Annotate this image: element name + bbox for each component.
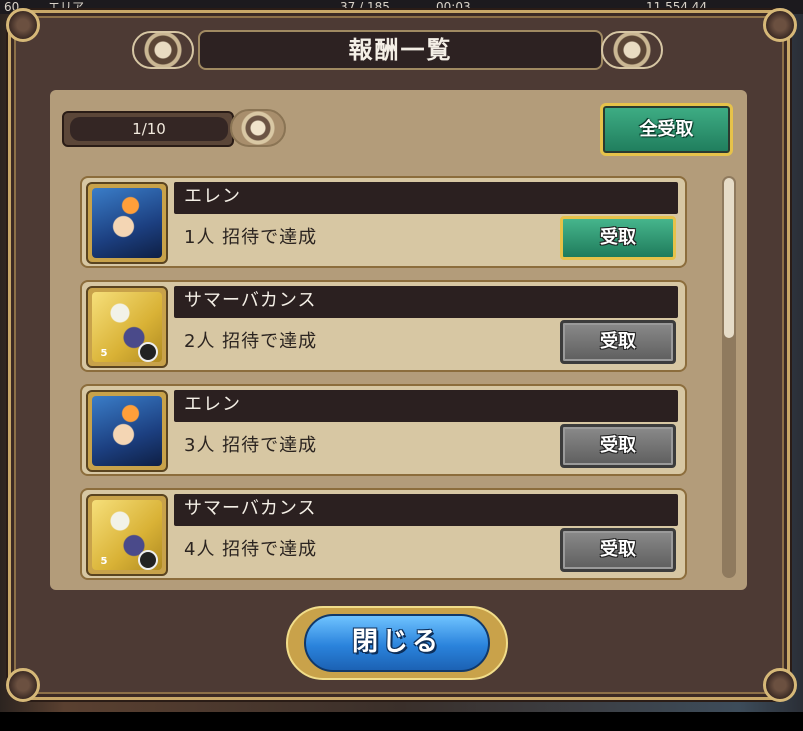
reward-icon-frame: 5 [86, 494, 168, 576]
reward-condition: 3人 招待で達成 [184, 435, 318, 456]
corner-ornament-icon [6, 8, 40, 42]
reward-name: エレン [174, 390, 678, 422]
character-ellen-icon[interactable] [92, 188, 162, 258]
reward-name: エレン [174, 182, 678, 214]
reward-list[interactable]: エレン 1人 招待で達成 受取 5 サマーバカンス 2人 招待で達成 受取 エレ… [70, 172, 720, 580]
corner-ornament-icon [763, 8, 797, 42]
claim-button[interactable]: 受取 [560, 216, 676, 260]
bottom-bar [0, 712, 803, 731]
reward-condition: 2人 招待で達成 [184, 331, 318, 352]
close-button[interactable]: 閉じる [304, 614, 490, 672]
title-ornament-left-icon [132, 31, 194, 69]
reward-row: エレン 3人 招待で達成 受取 [80, 384, 687, 476]
item-type-badge-icon [138, 550, 158, 570]
claim-all-button[interactable]: 全受取 [600, 103, 733, 156]
dialog-title: 報酬一覧 [198, 30, 603, 70]
reward-name: サマーバカンス [174, 286, 678, 318]
reward-icon-frame: 5 [86, 286, 168, 368]
reward-row: 5 サマーバカンス 4人 招待で達成 受取 [80, 488, 687, 580]
close-button-frame: 閉じる [286, 606, 508, 680]
reward-condition: 1人 招待で達成 [184, 227, 318, 248]
reward-icon-frame [86, 390, 168, 472]
claim-button-disabled[interactable]: 受取 [560, 528, 676, 572]
reward-row: 5 サマーバカンス 2人 招待で達成 受取 [80, 280, 687, 372]
item-count-badge: 5 [100, 556, 108, 567]
reward-condition: 4人 招待で達成 [184, 539, 318, 560]
page-number: 1/10 [70, 117, 228, 141]
reward-icon-frame [86, 182, 168, 264]
item-count-badge: 5 [100, 348, 108, 359]
character-ellen-icon[interactable] [92, 396, 162, 466]
list-scrollbar[interactable] [722, 176, 736, 578]
title-ornament-right-icon [601, 31, 663, 69]
claim-button-disabled[interactable]: 受取 [560, 424, 676, 468]
page-indicator: 1/10 [62, 111, 234, 147]
reward-name: サマーバカンス [174, 494, 678, 526]
claim-button-disabled[interactable]: 受取 [560, 320, 676, 364]
item-type-badge-icon [138, 342, 158, 362]
scrollbar-thumb[interactable] [724, 178, 734, 338]
page-ornament-icon [230, 109, 286, 147]
reward-row: エレン 1人 招待で達成 受取 [80, 176, 687, 268]
corner-ornament-icon [6, 668, 40, 702]
corner-ornament-icon [763, 668, 797, 702]
